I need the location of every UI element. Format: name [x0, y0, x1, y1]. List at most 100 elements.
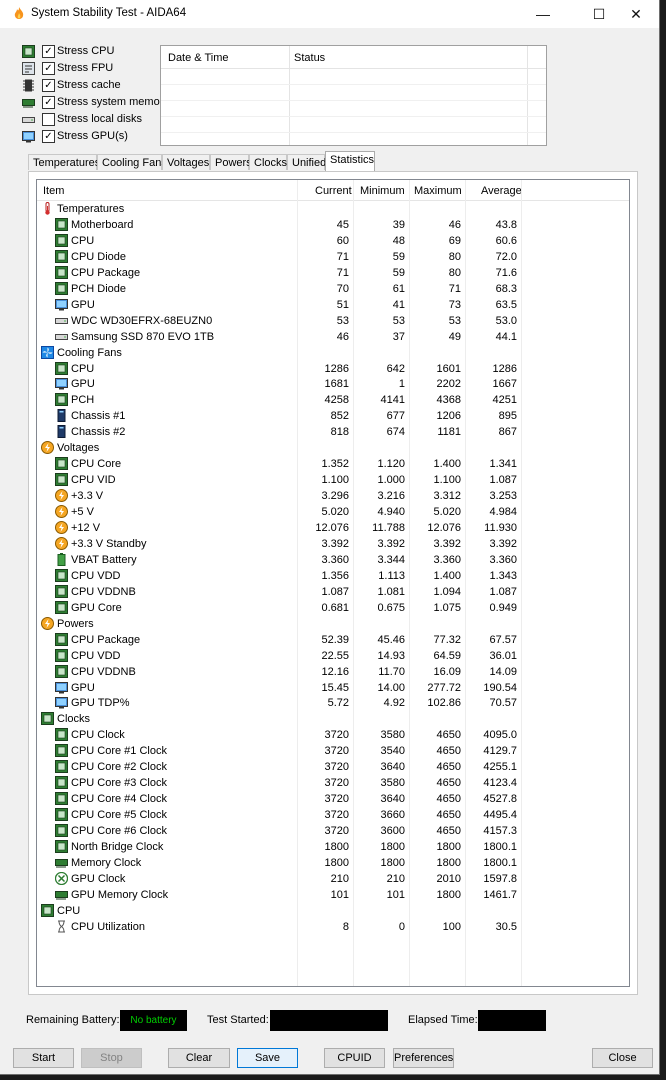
row-label: Chassis #2: [71, 426, 126, 439]
average-value: 1.341: [489, 458, 517, 471]
table-row[interactable]: +12 V 12.076 11.788 12.076 11.930: [37, 520, 629, 536]
stress-option[interactable]: ✓ Stress system memory: [22, 95, 169, 111]
table-row[interactable]: Memory Clock 1800 1800 1800 1800.1: [37, 855, 629, 871]
table-row[interactable]: CPU 1286 642 1601 1286: [37, 361, 629, 377]
tab-cooling-fans[interactable]: Cooling Fans: [97, 154, 167, 170]
table-row[interactable]: North Bridge Clock 1800 1800 1800 1800.1: [37, 839, 629, 855]
table-row[interactable]: GPU 1681 1 2202 1667: [37, 376, 629, 392]
table-row[interactable]: VBAT Battery 3.360 3.344 3.360 3.360: [37, 552, 629, 568]
table-row[interactable]: CPU VDD 22.55 14.93 64.59 36.01: [37, 648, 629, 664]
table-row[interactable]: CPU Package 52.39 45.46 77.32 67.57: [37, 632, 629, 648]
stress-cpu-checkbox[interactable]: ✓: [42, 45, 55, 58]
table-row[interactable]: +3.3 V Standby 3.392 3.392 3.392 3.392: [37, 536, 629, 552]
table-row[interactable]: CPU VDDNB 1.087 1.081 1.094 1.087: [37, 584, 629, 600]
stress-fpu-checkbox[interactable]: ✓: [42, 62, 55, 75]
table-row[interactable]: CPU Core 1.352 1.120 1.400 1.341: [37, 456, 629, 472]
close-button[interactable]: Close: [592, 1048, 653, 1068]
minimize-button[interactable]: —: [520, 0, 566, 28]
table-row[interactable]: PCH 4258 4141 4368 4251: [37, 392, 629, 408]
item-column-header[interactable]: Item: [43, 185, 64, 197]
table-row[interactable]: CPU Core #4 Clock 3720 3640 4650 4527.8: [37, 791, 629, 807]
table-row[interactable]: GPU Clock 210 210 2010 1597.8: [37, 871, 629, 887]
current-column-header[interactable]: Current: [315, 185, 352, 197]
table-row[interactable]: GPU Core 0.681 0.675 1.075 0.949: [37, 600, 629, 616]
tab-clocks[interactable]: Clocks: [249, 154, 287, 170]
table-row[interactable]: CPU VID 1.100 1.000 1.100 1.087: [37, 472, 629, 488]
tab-powers[interactable]: Powers: [210, 154, 252, 170]
table-row[interactable]: GPU Memory Clock 101 101 1800 1461.7: [37, 887, 629, 903]
cpuid-button[interactable]: CPUID: [324, 1048, 385, 1068]
current-value: 818: [330, 426, 349, 439]
row-label: CPU: [71, 234, 95, 247]
title-bar[interactable]: System Stability Test - AIDA64 — ☐ ✕: [0, 0, 659, 28]
tab-voltages[interactable]: Voltages: [162, 154, 210, 170]
table-row[interactable]: +3.3 V 3.296 3.216 3.312 3.253: [37, 488, 629, 504]
table-row[interactable]: CPU Package 71 59 80 71.6: [37, 265, 629, 281]
stress-option[interactable]: ✓ Stress FPU: [22, 61, 162, 77]
table-row[interactable]: CPU Core #5 Clock 3720 3660 4650 4495.4: [37, 807, 629, 823]
table-row[interactable]: Chassis #2 818 674 1181 867: [37, 424, 629, 440]
table-row[interactable]: WDC WD30EFRX-68EUZN0 53 53 53 53.0: [37, 313, 629, 329]
stress-option[interactable]: ✓ Stress cache: [22, 78, 162, 94]
average-value: 3.360: [489, 553, 517, 566]
stop-button[interactable]: Stop: [81, 1048, 142, 1068]
maximum-column-header[interactable]: Maximum: [414, 185, 462, 197]
table-row[interactable]: CPU Clock 3720 3580 4650 4095.0: [37, 727, 629, 743]
stress-local-disks-checkbox[interactable]: [42, 113, 55, 126]
stress-option[interactable]: Stress local disks: [22, 112, 162, 128]
group-row[interactable]: CPU: [37, 903, 629, 919]
maximum-value: 1.400: [433, 569, 461, 582]
close-window-button[interactable]: ✕: [613, 0, 659, 28]
save-button[interactable]: Save: [237, 1048, 298, 1068]
statistics-grid[interactable]: Item Current Minimum Maximum Average Tem…: [36, 179, 630, 987]
table-row[interactable]: CPU Utilization 8 0 100 30.5: [37, 919, 629, 935]
window-title: System Stability Test - AIDA64: [31, 7, 187, 19]
table-row[interactable]: CPU VDD 1.356 1.113 1.400 1.343: [37, 568, 629, 584]
table-row[interactable]: GPU 15.45 14.00 277.72 190.54: [37, 680, 629, 696]
preferences-button[interactable]: Preferences: [393, 1048, 454, 1068]
group-row[interactable]: Temperatures: [37, 201, 629, 217]
stress-option[interactable]: ✓ Stress GPU(s): [22, 129, 162, 145]
table-row[interactable]: PCH Diode 70 61 71 68.3: [37, 281, 629, 297]
datetime-column-header[interactable]: Date & Time: [168, 52, 229, 64]
tab-unified[interactable]: Unified: [287, 154, 326, 170]
status-column-header[interactable]: Status: [294, 52, 325, 64]
table-row[interactable]: CPU VDDNB 12.16 11.70 16.09 14.09: [37, 664, 629, 680]
group-row[interactable]: Clocks: [37, 711, 629, 727]
maximum-value: 46: [448, 218, 461, 231]
table-row[interactable]: +5 V 5.020 4.940 5.020 4.984: [37, 504, 629, 520]
row-label: GPU Memory Clock: [71, 888, 169, 901]
table-row[interactable]: Motherboard 45 39 46 43.8: [37, 217, 629, 233]
minimum-column-header[interactable]: Minimum: [360, 185, 405, 197]
minimum-value: 677: [386, 410, 405, 423]
stress-system-memory-checkbox[interactable]: ✓: [42, 96, 55, 109]
current-value: 3720: [324, 825, 349, 838]
stress-gpu-s-checkbox[interactable]: ✓: [42, 130, 55, 143]
tab-temperatures[interactable]: Temperatures: [28, 154, 100, 170]
stress-option[interactable]: ✓ Stress CPU: [22, 44, 162, 60]
average-value: 1.087: [489, 585, 517, 598]
group-row[interactable]: Cooling Fans: [37, 345, 629, 361]
motherboard-icon: [55, 217, 68, 231]
row-label: CPU Clock: [71, 729, 125, 742]
table-row[interactable]: CPU Core #3 Clock 3720 3580 4650 4123.4: [37, 775, 629, 791]
minimum-value: 3640: [380, 761, 405, 774]
table-row[interactable]: GPU TDP% 5.72 4.92 102.86 70.57: [37, 695, 629, 711]
table-row[interactable]: CPU Diode 71 59 80 72.0: [37, 249, 629, 265]
table-row[interactable]: CPU Core #1 Clock 3720 3540 4650 4129.7: [37, 743, 629, 759]
table-row[interactable]: CPU Core #6 Clock 3720 3600 4650 4157.3: [37, 823, 629, 839]
clear-button[interactable]: Clear: [168, 1048, 230, 1068]
average-column-header[interactable]: Average: [481, 185, 522, 197]
table-row[interactable]: CPU Core #2 Clock 3720 3640 4650 4255.1: [37, 759, 629, 775]
table-row[interactable]: GPU 51 41 73 63.5: [37, 297, 629, 313]
table-row[interactable]: Chassis #1 852 677 1206 895: [37, 408, 629, 424]
group-row[interactable]: Voltages: [37, 440, 629, 456]
stress-cache-checkbox[interactable]: ✓: [42, 79, 55, 92]
start-button[interactable]: Start: [13, 1048, 74, 1068]
cpu-chip-icon: [55, 664, 68, 678]
row-label: Chassis #1: [71, 410, 126, 423]
group-row[interactable]: Powers: [37, 616, 629, 632]
tab-statistics[interactable]: Statistics: [325, 151, 375, 171]
table-row[interactable]: Samsung SSD 870 EVO 1TB 46 37 49 44.1: [37, 329, 629, 345]
table-row[interactable]: CPU 60 48 69 60.6: [37, 233, 629, 249]
